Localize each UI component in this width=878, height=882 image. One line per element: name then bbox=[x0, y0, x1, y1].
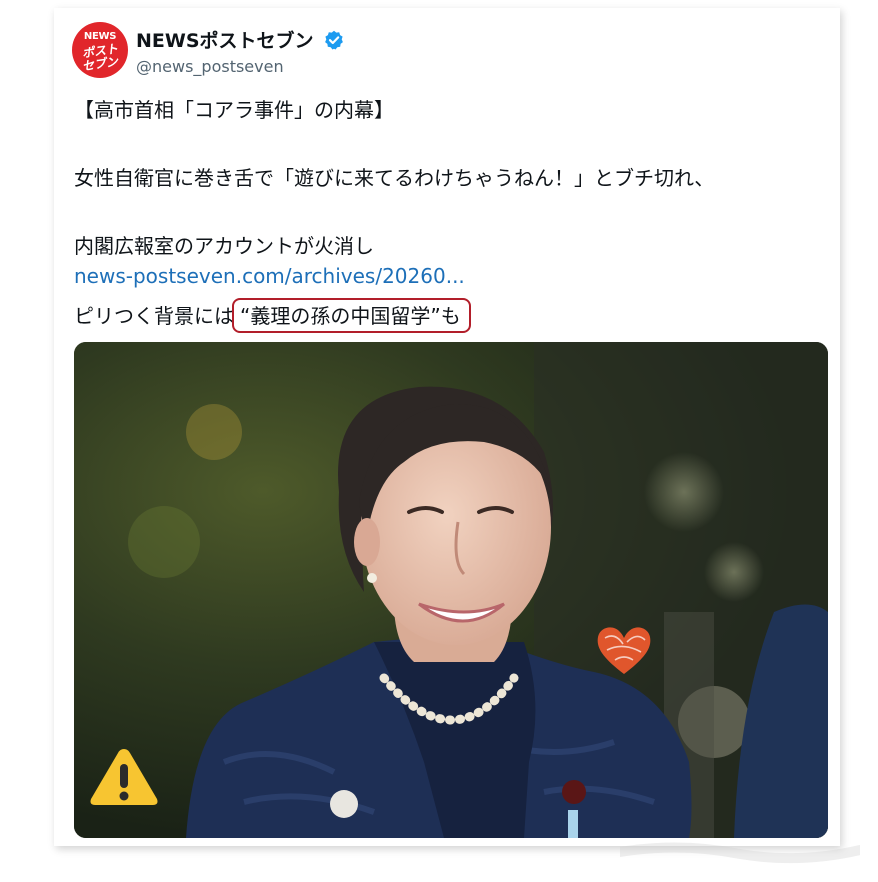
avatar[interactable]: NEWS ポスト セブン bbox=[72, 22, 128, 78]
highlighted-phrase: “義理の孫の中国留学”も bbox=[232, 298, 471, 333]
post-text-line-2: 女性自衛官に巻き舌で「遊びに来てるわけちゃうねん！」とブチ切れ、 bbox=[74, 166, 715, 190]
post-card: NEWS ポスト セブン NEWSポストセブン @news_postseven … bbox=[54, 8, 840, 846]
photo-illustration bbox=[74, 342, 828, 838]
warning-sticker-icon bbox=[88, 746, 160, 808]
account-display-name[interactable]: NEWSポストセブン bbox=[136, 26, 344, 55]
post-title: 【高市首相「コアラ事件」の内幕】 bbox=[74, 98, 394, 122]
bottom-shadow-decoration bbox=[615, 840, 865, 866]
display-name-text[interactable]: NEWSポストセブン bbox=[136, 30, 314, 52]
post-text-line-3: 内閣広報室のアカウントが火消し bbox=[74, 234, 374, 258]
post-photo[interactable] bbox=[74, 342, 828, 838]
post-header: NEWS ポスト セブン NEWSポストセブン @news_postseven bbox=[70, 18, 810, 82]
post-text-line-5-prefix: ピリつく背景には bbox=[74, 304, 234, 328]
verified-badge-icon bbox=[324, 30, 344, 55]
article-link[interactable]: news-postseven.com/archives/20260... bbox=[74, 264, 465, 288]
heart-sticker-icon bbox=[593, 622, 655, 678]
account-handle[interactable]: @news_postseven bbox=[136, 57, 284, 76]
post-text-line-5: ピリつく背景には “義理の孫の中国留学”も bbox=[74, 298, 471, 333]
